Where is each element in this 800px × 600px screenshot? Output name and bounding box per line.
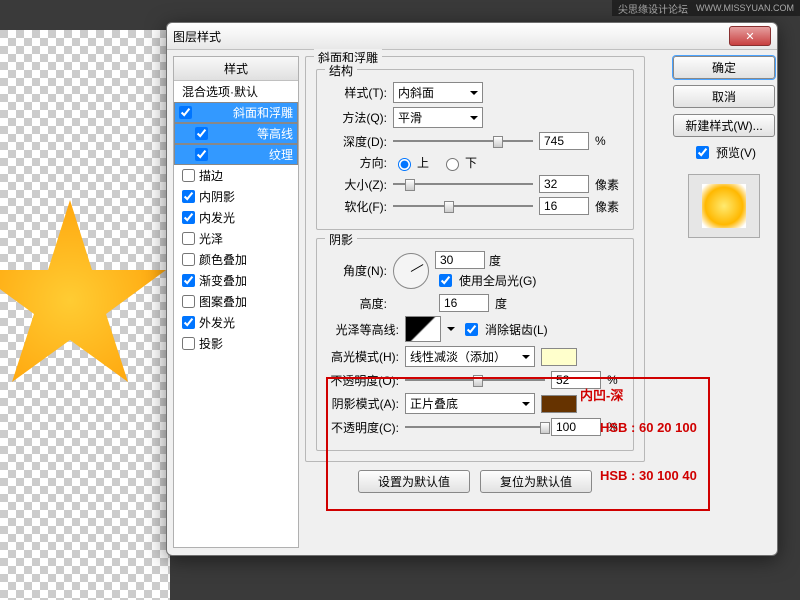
caret-icon[interactable] xyxy=(447,327,455,331)
style-satin[interactable]: 光泽 xyxy=(174,228,298,249)
hilite-label: 高光模式(H): xyxy=(327,348,399,365)
angle-input[interactable]: 30 xyxy=(435,251,485,269)
depth-unit: % xyxy=(595,134,606,148)
caret-icon xyxy=(470,116,478,120)
caret-icon xyxy=(522,355,530,359)
chk-texture[interactable] xyxy=(195,148,208,161)
angle-control[interactable] xyxy=(393,253,429,289)
site-url: WWW.MISSYUAN.COM xyxy=(696,3,794,13)
technique-select[interactable]: 平滑 xyxy=(393,107,483,128)
style-label: 样式(T): xyxy=(327,84,387,101)
hilite-op-slider[interactable] xyxy=(405,379,545,381)
chk-bevel[interactable] xyxy=(179,106,192,119)
style-color-overlay[interactable]: 颜色叠加 xyxy=(174,249,298,270)
styles-header: 样式 xyxy=(174,57,298,81)
chk-gradient-overlay[interactable] xyxy=(182,274,195,287)
preview-thumb xyxy=(702,184,746,228)
titlebar[interactable]: 图层样式 ✕ xyxy=(167,23,777,50)
dir-down[interactable]: 下 xyxy=(441,154,477,171)
preview-check[interactable]: 预览(V) xyxy=(692,143,756,162)
styles-list: 样式 混合选项·默认 斜面和浮雕 等高线 纹理 描边 内阴影 内发光 光泽 颜色… xyxy=(173,56,299,548)
style-contour[interactable]: 等高线 xyxy=(174,123,298,144)
global-light[interactable]: 使用全局光(G) xyxy=(435,271,536,290)
size-unit: 像素 xyxy=(595,176,619,193)
technique-label: 方法(Q): xyxy=(327,109,387,126)
size-slider[interactable] xyxy=(393,183,533,185)
host-topbar: 尖思缘设计论坛 WWW.MISSYUAN.COM xyxy=(612,0,800,16)
dir-up[interactable]: 上 xyxy=(393,154,429,171)
chk-outer-glow[interactable] xyxy=(182,316,195,329)
soften-label: 软化(F): xyxy=(327,198,387,215)
anno-contour: 内凹-深 xyxy=(580,385,623,404)
gloss-label: 光泽等高线: xyxy=(327,321,399,338)
angle-label: 角度(N): xyxy=(327,262,387,279)
chk-stroke[interactable] xyxy=(182,169,195,182)
antialias[interactable]: 消除锯齿(L) xyxy=(461,320,548,339)
chk-contour[interactable] xyxy=(195,127,208,140)
shadow-op-label: 不透明度(C): xyxy=(327,419,399,436)
hilite-op-label: 不透明度(O): xyxy=(327,372,399,389)
style-inner-glow[interactable]: 内发光 xyxy=(174,207,298,228)
default-buttons: 设置为默认值 复位为默认值 xyxy=(305,470,645,493)
anno-hsb1: HSB : 60 20 100 xyxy=(600,420,697,435)
style-outer-glow[interactable]: 外发光 xyxy=(174,312,298,333)
caret-icon xyxy=(470,91,478,95)
anno-hsb2: HSB : 30 100 40 xyxy=(600,468,697,483)
style-drop-shadow[interactable]: 投影 xyxy=(174,333,298,354)
size-input[interactable]: 32 xyxy=(539,175,589,193)
shadow-op-slider[interactable] xyxy=(405,426,545,428)
chk-inner-glow[interactable] xyxy=(182,211,195,224)
direction-label: 方向: xyxy=(327,154,387,171)
blending-options[interactable]: 混合选项·默认 xyxy=(174,81,298,102)
shadow-op-input[interactable]: 100 xyxy=(551,418,601,436)
forum-name: 尖思缘设计论坛 xyxy=(618,1,688,16)
shading-group: 阴影 角度(N): 30度 使用全局光(G) 高度: 16 度 光泽等高线: 消… xyxy=(316,238,634,451)
right-column: 确定 取消 新建样式(W)... 预览(V) xyxy=(671,56,777,238)
cancel-button[interactable]: 取消 xyxy=(673,85,775,108)
dialog-title: 图层样式 xyxy=(173,28,221,45)
style-texture[interactable]: 纹理 xyxy=(174,144,298,165)
soften-input[interactable]: 16 xyxy=(539,197,589,215)
hilite-mode-select[interactable]: 线性减淡（添加） xyxy=(405,346,535,367)
reset-default-button[interactable]: 复位为默认值 xyxy=(480,470,592,493)
shadow-mode-label: 阴影模式(A): xyxy=(327,395,399,412)
set-default-button[interactable]: 设置为默认值 xyxy=(358,470,470,493)
style-bevel[interactable]: 斜面和浮雕 xyxy=(174,102,298,123)
hilite-color[interactable] xyxy=(541,348,577,366)
depth-label: 深度(D): xyxy=(327,133,387,150)
chk-pattern-overlay[interactable] xyxy=(182,295,195,308)
structure-group: 结构 样式(T): 内斜面 方法(Q): 平滑 深度(D): 745 % 方向:… xyxy=(316,69,634,230)
size-label: 大小(Z): xyxy=(327,176,387,193)
main-panel: 斜面和浮雕 结构 样式(T): 内斜面 方法(Q): 平滑 深度(D): 745… xyxy=(305,50,777,554)
style-pattern-overlay[interactable]: 图案叠加 xyxy=(174,291,298,312)
preview-box xyxy=(688,174,760,238)
new-style-button[interactable]: 新建样式(W)... xyxy=(673,114,775,137)
depth-input[interactable]: 745 xyxy=(539,132,589,150)
caret-icon xyxy=(522,402,530,406)
shading-title: 阴影 xyxy=(325,231,357,248)
style-select[interactable]: 内斜面 xyxy=(393,82,483,103)
close-button[interactable]: ✕ xyxy=(729,26,771,46)
direction-radio: 上 下 xyxy=(393,154,477,171)
chk-color-overlay[interactable] xyxy=(182,253,195,266)
structure-title: 结构 xyxy=(325,62,357,79)
style-gradient-overlay[interactable]: 渐变叠加 xyxy=(174,270,298,291)
gloss-contour[interactable] xyxy=(405,316,441,342)
chk-inner-shadow[interactable] xyxy=(182,190,195,203)
style-stroke[interactable]: 描边 xyxy=(174,165,298,186)
style-inner-shadow[interactable]: 内阴影 xyxy=(174,186,298,207)
altitude-input[interactable]: 16 xyxy=(439,294,489,312)
shadow-color[interactable] xyxy=(541,395,577,413)
depth-slider[interactable] xyxy=(393,140,533,142)
soften-slider[interactable] xyxy=(393,205,533,207)
shadow-mode-select[interactable]: 正片叠底 xyxy=(405,393,535,414)
chk-satin[interactable] xyxy=(182,232,195,245)
altitude-label: 高度: xyxy=(327,295,387,312)
ok-button[interactable]: 确定 xyxy=(673,56,775,79)
soften-unit: 像素 xyxy=(595,198,619,215)
chk-drop-shadow[interactable] xyxy=(182,337,195,350)
